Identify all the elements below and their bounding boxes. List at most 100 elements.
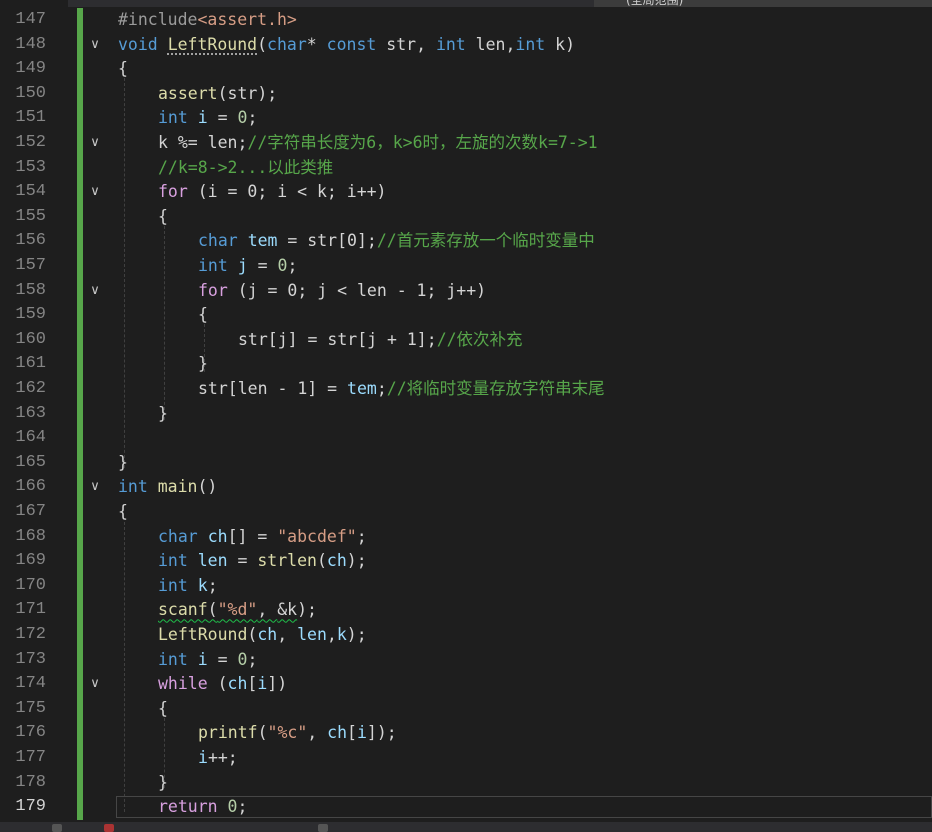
code-line[interactable]: 165}	[0, 451, 932, 476]
code-line[interactable]: 148 ∨ void LeftRound(char* const str, int …	[0, 33, 932, 58]
code-line[interactable]: 155 {	[0, 205, 932, 230]
code-line[interactable]: 164	[0, 426, 932, 451]
code-line[interactable]: 163}	[0, 402, 932, 427]
code-text[interactable]: #include<assert.h>	[118, 8, 297, 33]
code-token: assert	[158, 83, 218, 103]
code-line[interactable]: 159 {	[0, 303, 932, 328]
code-token: ch	[207, 526, 228, 546]
code-token: main	[157, 477, 198, 497]
code-token: ,	[257, 600, 278, 620]
code-line[interactable]: 174 ∨ while (ch[i])	[0, 672, 932, 697]
code-token: void	[118, 34, 158, 54]
code-text[interactable]: return 0;	[158, 795, 247, 820]
code-text[interactable]: char ch[] = "abcdef";	[158, 525, 367, 550]
code-line[interactable]: 153 //k=8->2...以此类推	[0, 156, 932, 181]
code-text[interactable]: {	[198, 303, 208, 328]
line-number: 171	[15, 600, 46, 620]
code-line[interactable]: 151 int i = 0;	[0, 106, 932, 131]
code-token: int	[158, 108, 188, 128]
code-token: i	[257, 674, 268, 694]
code-line[interactable]: 160 str[j] = str[j + 1];//依次补充	[0, 328, 932, 353]
code-token: *	[306, 34, 327, 54]
fold-chevron-down-icon[interactable]: ∨	[88, 136, 102, 150]
line-number: 167	[15, 502, 46, 521]
code-line[interactable]: 170 int k;	[0, 574, 932, 599]
code-text[interactable]: str[len - 1] = tem;//将临时变量存放字符串末尾	[198, 377, 605, 402]
fold-chevron-down-icon[interactable]: ∨	[88, 480, 102, 494]
code-text[interactable]: str[j] = str[j + 1];//依次补充	[238, 328, 523, 353]
code-line[interactable]: 156 char tem = str[0];//首元素存放一个临时变量中	[0, 229, 932, 254]
code-text[interactable]: LeftRound(ch, len,k);	[158, 623, 367, 648]
code-token: ;	[356, 526, 367, 546]
code-text[interactable]: {	[118, 57, 128, 82]
code-line[interactable]: 149 {	[0, 57, 932, 82]
code-text[interactable]: assert(str);	[158, 82, 277, 107]
code-line[interactable]: 168 char ch[] = "abcdef";	[0, 525, 932, 550]
code-line[interactable]: 147 #include<assert.h>	[0, 8, 932, 33]
code-token: k %= len;	[158, 133, 248, 152]
code-text[interactable]: }	[198, 352, 208, 377]
line-number: 155	[15, 206, 46, 226]
code-text[interactable]: for (i = 0; i < k; i++)	[158, 180, 387, 205]
code-line[interactable]: 171 scanf("%d", &k);	[0, 598, 932, 623]
code-text[interactable]: int j = 0;	[198, 254, 297, 279]
code-line[interactable]: 173 int i = 0;	[0, 648, 932, 673]
code-text[interactable]: int k;	[158, 574, 218, 599]
code-text[interactable]: while (ch[i])	[158, 672, 287, 697]
code-text[interactable]: {	[158, 697, 168, 722]
code-text[interactable]: }	[158, 771, 168, 796]
code-text[interactable]: char tem = str[0];//首元素存放一个临时变量中	[198, 229, 595, 254]
code-text[interactable]: {	[158, 205, 168, 230]
code-line[interactable]: 158 ∨ for (j = 0; j < len - 1; j++)	[0, 279, 932, 304]
code-token: ch	[326, 551, 347, 571]
code-line[interactable]: 166 ∨ int main()	[0, 475, 932, 500]
code-text[interactable]: }	[158, 402, 168, 427]
code-token: ()	[197, 477, 218, 497]
code-text[interactable]: i++;	[198, 746, 238, 771]
code-token: "%c"	[267, 723, 308, 743]
code-line[interactable]: 150 assert(str);	[0, 82, 932, 107]
code-text[interactable]: }	[118, 451, 128, 476]
code-text[interactable]: int len = strlen(ch);	[158, 549, 367, 574]
code-token: ch	[327, 723, 348, 743]
code-text[interactable]: int i = 0;	[158, 648, 257, 673]
code-text[interactable]: void LeftRound(char* const str, int len,…	[118, 33, 575, 58]
code-line[interactable]: 152 ∨ k %= len;//字符串长度为6，k>6时，左旋的次数k=7->1	[0, 131, 932, 156]
fold-chevron-down-icon[interactable]: ∨	[88, 185, 102, 199]
code-line[interactable]: 157 int j = 0;	[0, 254, 932, 279]
code-line[interactable]: 177 i++;	[0, 746, 932, 771]
code-line[interactable]: 175 {	[0, 697, 932, 722]
error-icon[interactable]	[104, 824, 114, 832]
code-token: str[j] = str[j + 1];	[238, 329, 437, 349]
code-token: "abcdef"	[277, 526, 357, 546]
code-token: {	[158, 698, 168, 718]
code-text[interactable]: //k=8->2...以此类推	[158, 156, 333, 181]
code-line[interactable]: 178}	[0, 771, 932, 796]
code-line[interactable]: 176 printf("%c", ch[i]);	[0, 721, 932, 746]
code-token: LeftRound	[167, 34, 258, 54]
code-line[interactable]: 162 str[len - 1] = tem;//将临时变量存放字符串末尾	[0, 377, 932, 402]
code-text[interactable]: {	[118, 500, 128, 525]
code-text[interactable]: int main()	[118, 475, 217, 500]
code-token: = str[0];	[277, 231, 377, 251]
code-text[interactable]: scanf("%d", &k);	[158, 598, 317, 623]
line-number: 162	[15, 379, 46, 398]
fold-chevron-down-icon[interactable]: ∨	[88, 283, 102, 298]
code-line[interactable]: 172 LeftRound(ch, len,k);	[0, 623, 932, 648]
code-text[interactable]: k %= len;//字符串长度为6，k>6时，左旋的次数k=7->1	[158, 131, 598, 156]
fold-chevron-down-icon[interactable]: ∨	[88, 677, 102, 691]
code-line[interactable]: 154 ∨ for (i = 0; i < k; i++)	[0, 180, 932, 205]
code-text[interactable]: for (j = 0; j < len - 1; j++)	[198, 279, 486, 304]
code-editor[interactable]: (全局范围) 147 #include<assert.h> 148 ∨ void Lef…	[0, 0, 932, 832]
code-line[interactable]: 167 {	[0, 500, 932, 525]
code-line[interactable]: 179 return 0;	[0, 795, 932, 820]
code-line[interactable]: 169 int len = strlen(ch);	[0, 549, 932, 574]
code-text[interactable]: printf("%c", ch[i]);	[198, 721, 397, 746]
code-text[interactable]: int i = 0;	[158, 106, 257, 131]
code-line[interactable]: 161}	[0, 352, 932, 377]
fold-chevron-down-icon[interactable]: ∨	[88, 37, 102, 52]
